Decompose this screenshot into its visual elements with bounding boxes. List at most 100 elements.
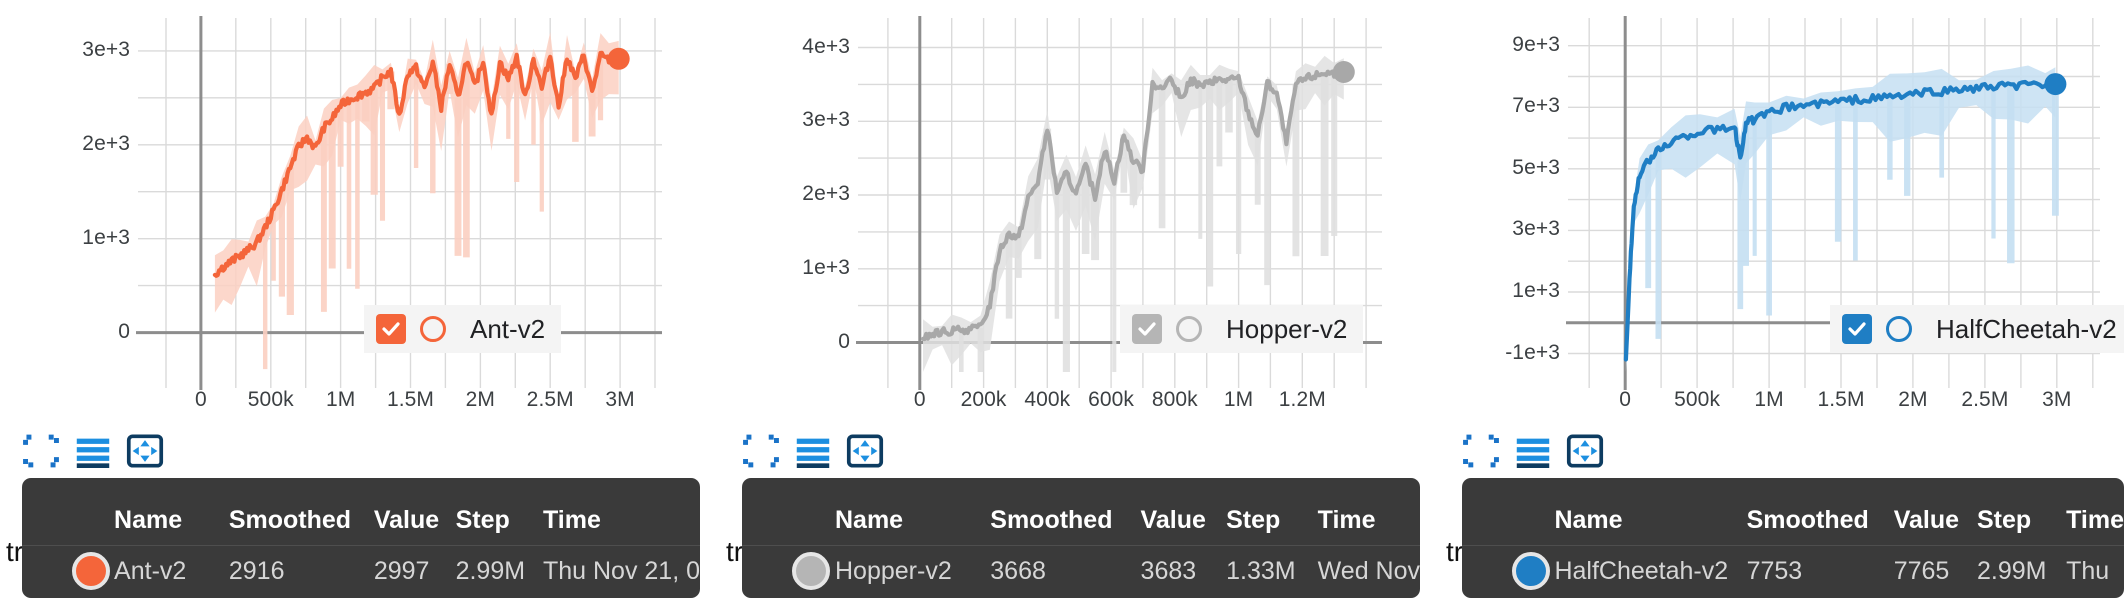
column-header-smoothed[interactable]: Smoothed [990, 478, 1140, 546]
series-color-header [742, 478, 835, 546]
line-chart-svg[interactable] [0, 0, 700, 430]
cell-step: 1.33M [1226, 545, 1318, 598]
series-color-dot-icon [792, 552, 830, 590]
column-header-name[interactable]: Name [835, 478, 990, 546]
y-axis-tick-label: 9e+3 [1512, 32, 1560, 56]
table-header-row: Name Smoothed Value Step Time [22, 478, 700, 546]
cell-step: 2.99M [455, 545, 543, 598]
column-header-name[interactable]: Name [114, 478, 229, 546]
lines-settings-icon[interactable] [74, 434, 112, 468]
pan-move-icon[interactable] [846, 434, 884, 468]
legend-checkbox[interactable] [1842, 314, 1872, 344]
legend-label: Ant-v2 [470, 313, 546, 344]
fit-to-screen-icon[interactable] [742, 434, 780, 468]
column-header-step[interactable]: Step [1977, 478, 2066, 546]
column-header-value[interactable]: Value [1141, 478, 1227, 546]
chart-legend[interactable]: HalfCheetah-v2 [1830, 305, 2124, 353]
chart-area[interactable]: 0 1e+3 2e+3 3e+3 0 500k 1M 1.5M 2M 2.5M 3M Ant-v2 [0, 0, 700, 430]
cell-step: 2.99M [1977, 545, 2067, 598]
y-axis-tick-label: 4e+3 [802, 34, 850, 58]
legend-label: HalfCheetah-v2 [1936, 313, 2117, 344]
run-stats-table: Name Smoothed Value Step Time HalfCheetah-v2 7… [1462, 478, 2124, 598]
y-axis-tick-label: 2e+3 [82, 131, 130, 155]
lines-settings-icon[interactable] [794, 434, 832, 468]
pan-move-icon[interactable] [1566, 434, 1604, 468]
chart-panel-1: 01e+32e+33e+30500k1M1.5M2M2.5M3MAnt-v2tr… [0, 0, 700, 598]
y-axis-tick-label: 1e+3 [802, 255, 850, 279]
column-header-step[interactable]: Step [1226, 478, 1318, 546]
lines-settings-icon[interactable] [1514, 434, 1552, 468]
column-header-time[interactable]: Time [543, 478, 700, 546]
cell-time: Thu [2066, 545, 2124, 598]
column-header-time[interactable]: Time [2066, 478, 2124, 546]
cell-smoothed: 7753 [1746, 545, 1894, 598]
table-header-row: Name Smoothed Value Step Time [742, 478, 1420, 546]
table-header-row: Name Smoothed Value Step Time [1462, 478, 2124, 546]
chart-area[interactable]: -1e+3 1e+3 3e+3 5e+3 7e+3 9e+3 0 500k 1M 1.5M 2M 2.… [1440, 0, 2124, 430]
y-axis-tick-label: 3e+3 [82, 37, 130, 61]
check-icon [1138, 322, 1156, 336]
column-header-value[interactable]: Value [1894, 478, 1977, 546]
fit-to-screen-icon[interactable] [22, 434, 60, 468]
chart-tooltip-card: Name Smoothed Value Step Time Hopper-v2 3668 36… [742, 478, 1420, 598]
fit-to-screen-icon[interactable] [1462, 434, 1500, 468]
legend-series-circle-icon[interactable] [1176, 316, 1202, 342]
table-row: Hopper-v2 3668 3683 1.33M Wed Nov [742, 545, 1420, 598]
chart-toolbar[interactable] [1462, 434, 1604, 468]
chart-legend[interactable]: Hopper-v2 [1120, 305, 1364, 353]
column-header-value[interactable]: Value [374, 478, 456, 546]
y-axis-tick-label: 0 [118, 319, 130, 343]
x-axis-tick-label: 3M [2042, 388, 2072, 411]
y-axis-tick-label: 3e+3 [802, 108, 850, 132]
chart-area[interactable]: 0 1e+3 2e+3 3e+3 4e+3 0 200k 400k 600k 800k 1M 1.2M… [720, 0, 1420, 430]
chart-panel-3: -1e+3 1e+3 3e+3 5e+3 7e+3 9e+3 0 500k 1M 1.5M 2M 2.… [1440, 0, 2124, 598]
cell-time: Thu Nov 21, 0 [542, 545, 700, 598]
line-chart-svg[interactable] [720, 0, 1420, 430]
cell-time: Wed Nov [1317, 545, 1420, 598]
y-axis-tick-label: 7e+3 [1512, 94, 1560, 118]
cell-value: 2997 [373, 545, 456, 598]
cell-name: Ant-v2 [114, 545, 229, 598]
cell-name: Hopper-v2 [835, 545, 991, 598]
chart-legend[interactable]: Ant-v2 [364, 305, 562, 353]
column-header-smoothed[interactable]: Smoothed [1747, 478, 1894, 546]
check-icon [1848, 322, 1866, 336]
legend-label: Hopper-v2 [1226, 313, 1348, 344]
y-axis-tick-label: 2e+3 [802, 182, 850, 205]
x-axis-tick-label: 3M [605, 388, 635, 411]
chart-panel-2: 0 1e+3 2e+3 3e+3 4e+3 0 200k 400k 600k 800k 1M 1.2M… [720, 0, 1420, 598]
series-color-cell [1462, 545, 1555, 598]
column-header-name[interactable]: Name [1554, 478, 1746, 546]
table-row: HalfCheetah-v2 7753 7765 2.99M Thu [1462, 545, 2124, 598]
cell-name: HalfCheetah-v2 [1554, 545, 1747, 598]
legend-series-circle-icon[interactable] [1886, 316, 1912, 342]
table-row: Ant-v2 2916 2997 2.99M Thu Nov 21, 0 [22, 545, 700, 598]
series-color-cell [742, 545, 835, 598]
cell-value: 7765 [1893, 545, 1977, 598]
series-color-dot-icon [72, 552, 110, 590]
legend-checkbox[interactable] [376, 314, 406, 344]
tensorboard-scalar-panels: 01e+32e+33e+30500k1M1.5M2M2.5M3MAnt-v2tr… [0, 0, 2124, 598]
y-axis-tick-label: -1e+3 [1505, 340, 1560, 364]
chart-tooltip-card: Name Smoothed Value Step Time HalfCheetah-v2 7… [1462, 478, 2124, 598]
cell-value: 3683 [1140, 545, 1227, 598]
cell-smoothed: 2916 [228, 545, 374, 598]
series-color-dot-icon [1512, 552, 1550, 590]
column-header-time[interactable]: Time [1318, 478, 1420, 546]
run-stats-table: Name Smoothed Value Step Time Ant-v2 2916 2997 2… [22, 478, 700, 598]
y-axis-tick-label: 3e+3 [1512, 217, 1560, 241]
series-color-header [1462, 478, 1554, 546]
line-chart-svg[interactable] [1440, 0, 2124, 430]
column-header-step[interactable]: Step [456, 478, 543, 546]
legend-checkbox[interactable] [1132, 314, 1162, 344]
chart-toolbar[interactable] [742, 434, 884, 468]
column-header-smoothed[interactable]: Smoothed [229, 478, 374, 546]
chart-tooltip-card: Name Smoothed Value Step Time Ant-v2 2916 2997 2… [22, 478, 700, 598]
legend-series-circle-icon[interactable] [420, 316, 446, 342]
pan-move-icon[interactable] [126, 434, 164, 468]
y-axis-tick-label: 1e+3 [1512, 278, 1560, 302]
y-axis-tick-label: 0 [838, 329, 850, 353]
chart-toolbar[interactable] [22, 434, 164, 468]
y-axis-tick-label: 1e+3 [82, 225, 130, 249]
cell-smoothed: 3668 [990, 545, 1141, 598]
